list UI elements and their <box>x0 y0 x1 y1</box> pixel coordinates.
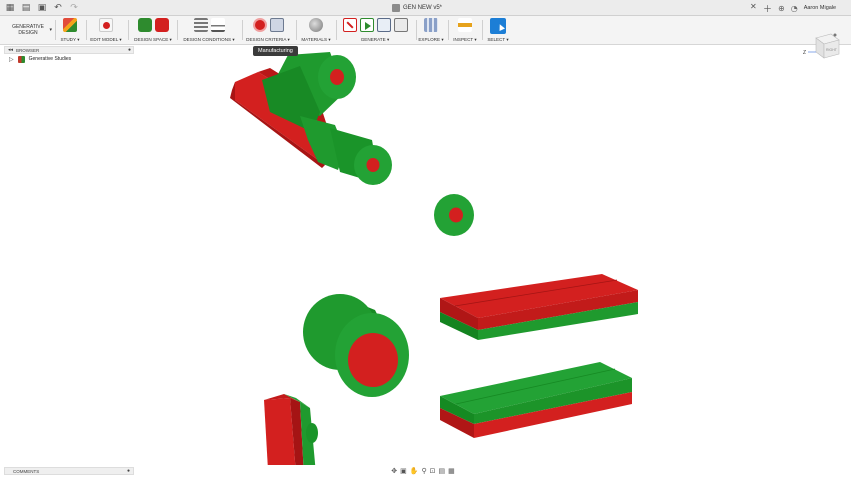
browser-header[interactable]: ◂◂ BROWSER ● <box>4 46 134 54</box>
toolbar-divider <box>86 20 87 40</box>
comments-panel[interactable]: COMMENTS ● <box>4 467 134 475</box>
comments-title: COMMENTS <box>13 468 40 474</box>
document-cube-icon <box>392 4 400 12</box>
toolbar-divider <box>336 20 337 40</box>
fit-icon[interactable]: ⊡ <box>430 467 436 475</box>
toolbar-divider <box>128 20 129 40</box>
preview-icon[interactable] <box>359 18 374 32</box>
explore-label: EXPLORE ▾ <box>418 37 444 42</box>
new-study-icon[interactable] <box>63 18 77 32</box>
comments-pin-icon[interactable]: ● <box>127 468 130 474</box>
preserve-geometry-icon[interactable] <box>137 18 152 32</box>
model-viewport[interactable] <box>0 46 851 465</box>
edit-model-group[interactable]: EDIT MODEL ▾ <box>88 18 124 43</box>
job-status-icon[interactable]: ◔ <box>791 4 798 13</box>
small-ring-preserve[interactable] <box>434 194 474 236</box>
expand-triangle-icon[interactable]: ▷ <box>9 56 14 63</box>
file-icon[interactable]: ▤ <box>20 2 32 14</box>
app-grid-icon[interactable]: ▦ <box>4 2 16 14</box>
arm-bearing-preserve[interactable] <box>330 128 392 185</box>
view-cube[interactable]: RIGHT Z <box>803 30 843 64</box>
obstacle-geometry-icon[interactable] <box>154 18 169 32</box>
document-tab-title: GEN NEW v5* <box>403 5 443 11</box>
pin-icon[interactable]: ● <box>128 47 131 53</box>
select-group[interactable]: SELECT ▾ <box>484 18 512 43</box>
save-icon[interactable]: ▣ <box>36 2 48 14</box>
explore-icon[interactable] <box>424 18 438 32</box>
upper-bar-obstacle[interactable] <box>440 274 638 340</box>
chevron-down-icon: ▾ <box>49 27 52 33</box>
structural-constraint-icon[interactable] <box>193 18 208 32</box>
design-criteria-group[interactable]: DESIGN CRITERIA ▾ <box>244 18 292 43</box>
navigation-bar: ✥ ▣ ✋ ⚲ ⊡ ▤ ▦ <box>373 465 473 477</box>
grid-settings-icon[interactable]: ▦ <box>448 467 455 475</box>
display-settings-icon[interactable]: ▤ <box>438 467 445 475</box>
browser-item-generative-studies[interactable]: ▷ Generative Studies <box>4 54 134 64</box>
generate-icon[interactable] <box>376 18 391 32</box>
explore-group[interactable]: EXPLORE ▾ <box>416 18 446 43</box>
toolbar-divider <box>482 20 483 40</box>
select-cursor-icon[interactable] <box>490 18 506 34</box>
materials-group[interactable]: MATERIALS ▾ <box>298 18 334 43</box>
title-bar-right: ⊕ ◔ Aaron Migale <box>778 2 836 14</box>
toolbar-divider <box>296 20 297 40</box>
inspect-label: INSPECT ▾ <box>453 37 477 42</box>
view-cube-axis-z: Z <box>803 50 806 56</box>
browser-title: BROWSER <box>16 47 40 53</box>
upper-bearing-preserve[interactable] <box>318 55 356 99</box>
user-name[interactable]: Aaron Migale <box>804 5 836 11</box>
collapse-panel-icon[interactable]: ◂◂ <box>8 47 13 53</box>
home-view-icon[interactable] <box>833 33 837 37</box>
pan-icon[interactable]: ✋ <box>410 467 419 475</box>
ribbon-toolbar: GENERATIVE DESIGN ▾ STUDY ▾ EDIT MODEL ▾ <box>0 16 851 45</box>
materials-label: MATERIALS ▾ <box>301 37 331 42</box>
new-tab-icon[interactable]: ＋ <box>763 2 772 15</box>
inspect-group[interactable]: INSPECT ▾ <box>450 18 480 43</box>
undo-icon[interactable]: ↶ <box>52 2 64 14</box>
study-label: STUDY ▾ <box>60 37 80 42</box>
generate-label: GENERATE ▾ <box>360 37 390 42</box>
large-cylinder-preserve[interactable] <box>303 294 409 397</box>
generate-settings-icon[interactable] <box>393 18 408 32</box>
structural-load-icon[interactable] <box>210 18 225 32</box>
toolbar-divider <box>177 20 178 40</box>
fusion-app-window: ▦ ▤ ▣ ↶ ↷ GEN NEW v5* ✕ ＋ ⊕ ◔ Aaron Miga… <box>0 0 851 480</box>
manufacturing-tooltip: Manufacturing <box>253 46 298 56</box>
title-bar: ▦ ▤ ▣ ↶ ↷ GEN NEW v5* ✕ ＋ ⊕ ◔ Aaron Miga… <box>0 0 851 16</box>
select-label: SELECT ▾ <box>487 37 509 42</box>
study-materials-icon[interactable] <box>309 18 323 32</box>
orbit-icon[interactable]: ✥ <box>391 467 397 475</box>
study-group[interactable]: STUDY ▾ <box>56 18 84 43</box>
measure-icon[interactable] <box>458 18 472 32</box>
browser-item-label: Generative Studies <box>28 56 72 62</box>
design-conditions-group[interactable]: DESIGN CONDITIONS ▾ <box>180 18 238 43</box>
bottom-block-mixed[interactable] <box>264 394 318 465</box>
extensions-icon[interactable]: ⊕ <box>778 4 785 13</box>
document-tab[interactable]: GEN NEW v5* <box>392 2 442 14</box>
precheck-icon[interactable] <box>342 18 357 32</box>
design-space-label: DESIGN SPACE ▾ <box>134 37 172 42</box>
workspace-switcher[interactable]: GENERATIVE DESIGN ▾ <box>4 19 52 41</box>
lower-bar-preserve[interactable] <box>440 362 632 438</box>
workspace-label-line2: DESIGN <box>18 30 38 36</box>
objectives-icon[interactable] <box>252 18 267 32</box>
close-tab-icon[interactable]: ✕ <box>750 2 757 11</box>
browser-panel: ◂◂ BROWSER ● ▷ Generative Studies <box>4 46 134 68</box>
view-cube-face-label: RIGHT <box>826 48 838 52</box>
generate-group[interactable]: GENERATE ▾ <box>338 18 412 43</box>
redo-icon[interactable]: ↷ <box>68 2 80 14</box>
generative-studies-icon <box>17 55 25 63</box>
design-space-group[interactable]: DESIGN SPACE ▾ <box>132 18 174 43</box>
edit-model-icon[interactable] <box>99 18 113 32</box>
edit-model-label: EDIT MODEL ▾ <box>90 37 122 42</box>
design-criteria-label: DESIGN CRITERIA ▾ <box>246 37 290 42</box>
manufacturing-icon[interactable] <box>269 18 284 32</box>
toolbar-divider <box>242 20 243 40</box>
toolbar-divider <box>448 20 449 40</box>
design-conditions-label: DESIGN CONDITIONS ▾ <box>183 37 235 42</box>
zoom-icon[interactable]: ⚲ <box>421 467 426 475</box>
look-at-icon[interactable]: ▣ <box>400 467 407 475</box>
